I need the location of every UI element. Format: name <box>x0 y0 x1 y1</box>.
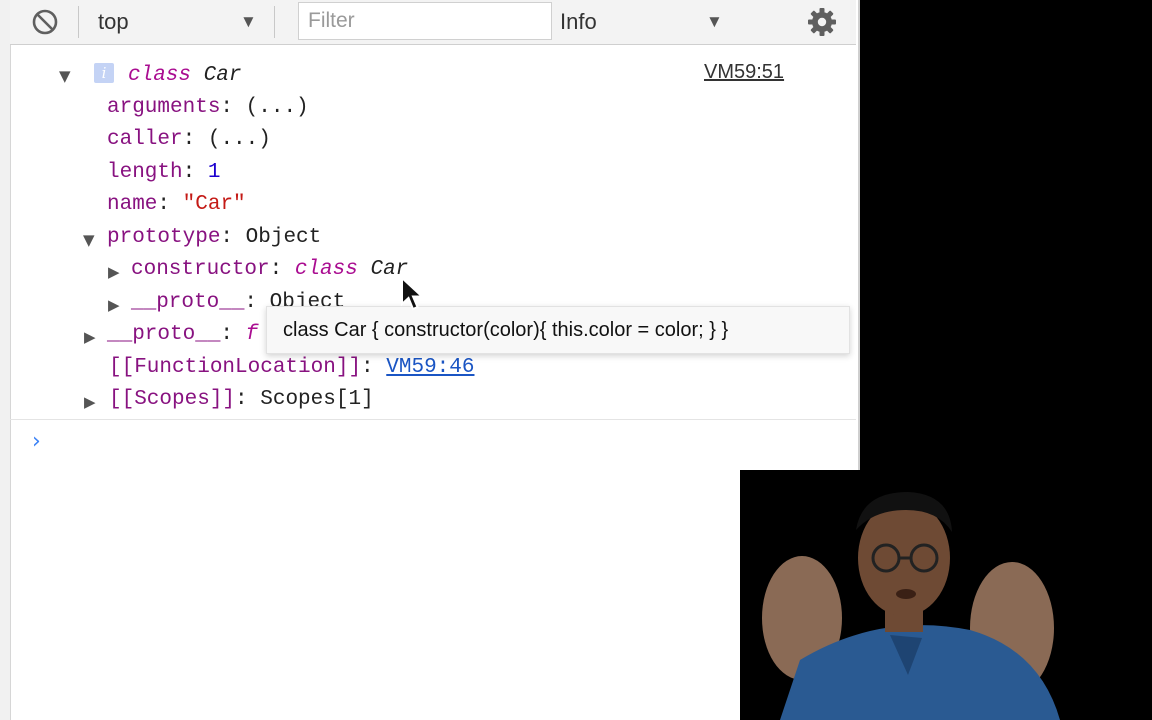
context-selector[interactable]: top ▼ <box>98 0 260 44</box>
context-label: top <box>98 9 129 34</box>
property-value: Object <box>245 226 322 249</box>
property-value: "Car" <box>182 193 246 216</box>
property-key: caller <box>107 128 183 151</box>
property-arguments[interactable]: arguments: (...) <box>107 96 309 119</box>
devtools-panel: top ▼ Info ▼ ▼ iclass Ca <box>0 0 860 720</box>
toolbar-separator <box>78 6 79 38</box>
info-icon: i <box>94 63 114 83</box>
class-keyword: class <box>128 64 192 87</box>
console-output: ▼ i class Car VM59:51 arguments: (...) ca… <box>10 45 856 720</box>
console-prompt-icon[interactable]: › <box>32 429 41 454</box>
log-level-selector[interactable]: Info ▼ <box>560 0 730 44</box>
property-value: f <box>245 323 259 346</box>
property-key: [[FunctionLocation]] <box>109 356 362 379</box>
property-scopes[interactable]: [[Scopes]]: Scopes[1] <box>109 388 374 411</box>
collapse-triangle-icon[interactable]: ▼ <box>59 67 71 85</box>
source-link[interactable]: VM59:51 <box>704 61 784 84</box>
expand-triangle-icon[interactable]: ▶ <box>108 296 120 314</box>
property-constructor[interactable]: constructor: class Car <box>131 258 408 281</box>
property-prototype[interactable]: prototype: Object <box>107 226 321 249</box>
console-toolbar: top ▼ Info ▼ <box>10 0 856 45</box>
presenter-webcam <box>740 470 1152 720</box>
expand-triangle-icon[interactable]: ▶ <box>84 328 96 346</box>
dropdown-arrow-icon: ▼ <box>706 12 723 31</box>
property-key: length <box>107 161 183 184</box>
toolbar-separator <box>274 6 275 38</box>
property-caller[interactable]: caller: (...) <box>107 128 271 151</box>
log-entry-header[interactable]: i class Car <box>94 63 241 87</box>
property-value: (...) <box>245 96 309 119</box>
property-function-location: [[FunctionLocation]]: VM59:46 <box>109 356 475 379</box>
mouse-cursor-icon <box>401 276 425 311</box>
property-proto[interactable]: __proto__: f <box>107 323 258 346</box>
property-name: name: "Car" <box>107 193 246 216</box>
property-key: prototype <box>107 226 221 249</box>
property-key: name <box>107 193 158 216</box>
expand-triangle-icon[interactable]: ▶ <box>108 263 120 281</box>
property-key: arguments <box>107 96 221 119</box>
console-divider <box>10 419 856 420</box>
property-key: [[Scopes]] <box>109 388 236 411</box>
property-key: __proto__ <box>107 323 221 346</box>
class-keyword: class <box>294 258 358 281</box>
block-icon <box>32 9 58 35</box>
property-value: Scopes[1] <box>260 388 374 411</box>
hover-tooltip: class Car { constructor(color){ this.col… <box>266 306 850 354</box>
property-length: length: 1 <box>107 161 221 184</box>
class-name: Car <box>203 64 242 87</box>
log-level-label: Info <box>560 9 597 34</box>
function-location-link[interactable]: VM59:46 <box>386 356 474 379</box>
gear-icon <box>808 8 836 36</box>
expand-triangle-icon[interactable]: ▶ <box>84 393 96 411</box>
console-settings-button[interactable] <box>806 0 838 44</box>
collapse-triangle-icon[interactable]: ▼ <box>83 231 95 249</box>
property-key: __proto__ <box>131 291 245 314</box>
clear-console-button[interactable] <box>30 0 60 44</box>
filter-input[interactable] <box>298 2 552 40</box>
dropdown-arrow-icon: ▼ <box>240 12 257 31</box>
property-value: 1 <box>207 161 221 184</box>
property-key: constructor <box>131 258 270 281</box>
property-value: (...) <box>207 128 271 151</box>
